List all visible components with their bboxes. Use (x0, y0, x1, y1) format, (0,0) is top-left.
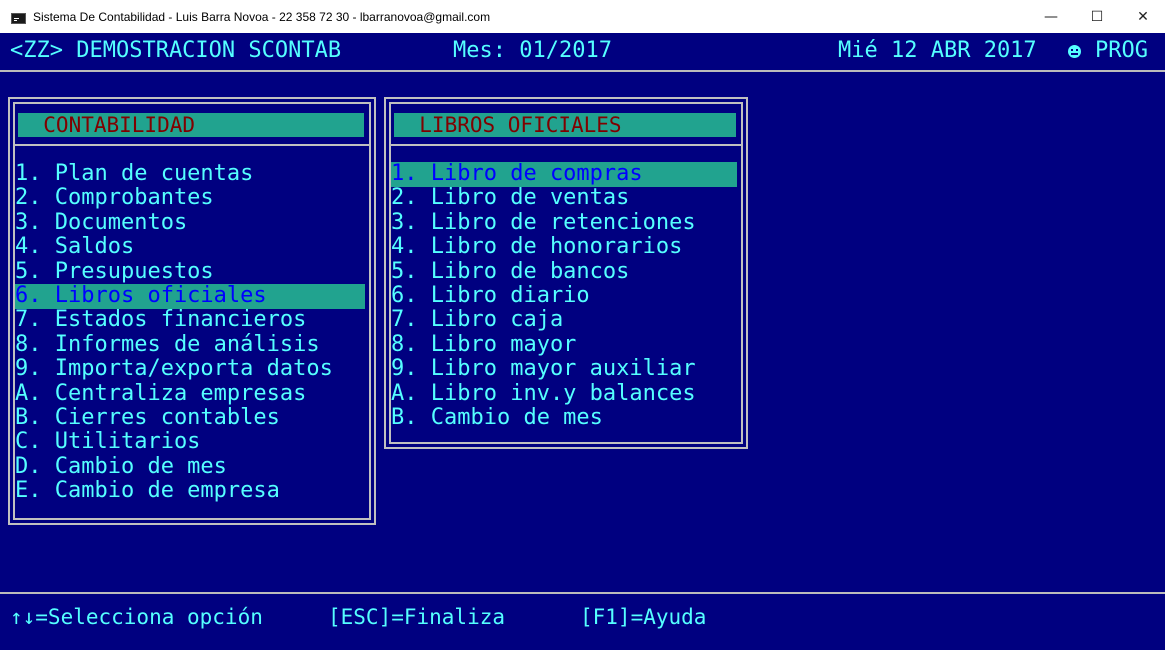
menu-item[interactable]: 5. Presupuestos (15, 259, 365, 285)
menu-item[interactable]: 5. Libro de bancos (391, 259, 737, 285)
menu-item[interactable]: 4. Libro de honorarios (391, 235, 737, 260)
menu-header: CONTABILIDAD (18, 113, 364, 137)
help-f1: [F1]=Ayuda (580, 605, 707, 629)
menu-item[interactable]: 4. Saldos (15, 235, 365, 260)
console-app-icon (11, 13, 26, 24)
menu-item[interactable]: 1. Libro de compras (391, 161, 737, 187)
menu-item[interactable]: 3. Libro de retenciones (391, 210, 737, 236)
menu-separator (14, 144, 370, 146)
current-date: Mié 12 ABR 2017 (838, 38, 1037, 63)
menu-item[interactable]: B. Cambio de mes (391, 405, 737, 431)
window-titlebar: Sistema De Contabilidad - Luis Barra Nov… (0, 0, 1165, 33)
menu-item[interactable]: A. Libro inv.y balances (391, 381, 737, 407)
menu-item[interactable]: 8. Libro mayor (391, 332, 737, 358)
menu-item[interactable]: A. Centraliza empresas (15, 381, 365, 407)
current-month: Mes: 01/2017 (453, 38, 612, 63)
menu-item[interactable]: 8. Informes de análisis (15, 332, 365, 358)
menu-item[interactable]: 1. Plan de cuentas (15, 161, 365, 187)
menu-item[interactable]: C. Utilitarios (15, 430, 365, 455)
company-name: <ZZ> DEMOSTRACION SCONTAB (10, 38, 342, 63)
top-divider (0, 70, 1165, 72)
menu-header: LIBROS OFICIALES (394, 113, 736, 137)
console-screen[interactable]: <ZZ> DEMOSTRACION SCONTAB Mes: 01/2017 M… (0, 33, 1165, 650)
menu-item[interactable]: 9. Libro mayor auxiliar (391, 357, 737, 382)
menu-item[interactable]: 6. Libros oficiales (15, 283, 365, 309)
minimize-button[interactable]: — (1028, 0, 1074, 33)
menu-item[interactable]: 3. Documentos (15, 210, 365, 236)
libros-oficiales-menu: LIBROS OFICIALES 1. Libro de compras 2. L… (384, 97, 748, 449)
menu-item[interactable]: 6. Libro diario (391, 283, 737, 309)
help-escape: [ESC]=Finaliza (328, 605, 506, 629)
menu-item[interactable]: 7. Estados financieros (15, 308, 365, 333)
menu-item[interactable]: 2. Libro de ventas (391, 186, 737, 211)
close-button[interactable]: ✕ (1120, 0, 1165, 33)
menu-item[interactable]: B. Cierres contables (15, 405, 365, 431)
user-label: PROG (1095, 38, 1148, 63)
user-smiley-icon (1068, 45, 1081, 58)
maximize-button[interactable]: ☐ (1074, 0, 1120, 33)
bottom-divider (0, 592, 1165, 594)
window-title: Sistema De Contabilidad - Luis Barra Nov… (33, 10, 491, 24)
help-select: ↑↓=Selecciona opción (10, 605, 263, 629)
menu-item[interactable]: 7. Libro caja (391, 308, 737, 333)
menu-item[interactable]: 9. Importa/exporta datos (15, 357, 365, 382)
menu-item[interactable]: E. Cambio de empresa (15, 479, 365, 504)
menu-item[interactable]: D. Cambio de mes (15, 454, 365, 480)
contabilidad-menu: CONTABILIDAD 1. Plan de cuentas 2. Compro… (8, 97, 376, 525)
menu-separator (390, 144, 742, 146)
menu-item[interactable]: 2. Comprobantes (15, 186, 365, 211)
